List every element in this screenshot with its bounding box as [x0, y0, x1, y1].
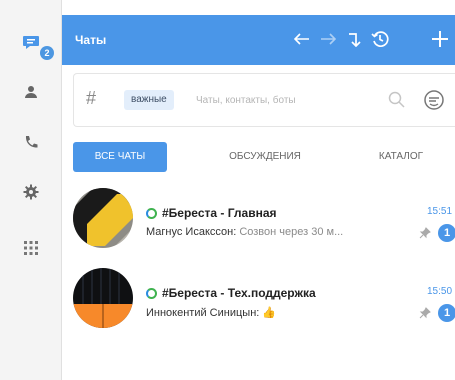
calls-icon [25, 136, 38, 148]
history-clock-icon [371, 31, 389, 47]
pin-icon [419, 307, 431, 319]
chats-header: Чаты [62, 15, 455, 65]
unread-badge: 1 [438, 304, 455, 322]
add-chat-button[interactable] [428, 27, 452, 51]
chat-last-message: Магнус Исакссон: Созвон через 30 м... [146, 226, 343, 238]
chat-avatar [73, 268, 133, 328]
unread-badge: 1 [438, 224, 455, 242]
rail-chats-button[interactable]: 2 [0, 22, 62, 62]
arrow-right-icon [321, 33, 336, 45]
rail-contacts-button[interactable] [0, 72, 62, 112]
chat-list-item[interactable]: #Береста - Главная Магнус Исакссон: Созв… [62, 184, 455, 254]
jump-button[interactable] [342, 27, 366, 51]
message-author: Иннокентий Синицын: [146, 307, 260, 319]
settings-icon [23, 184, 39, 200]
arrow-left-icon [294, 33, 309, 45]
important-filter-chip[interactable]: важные [124, 90, 174, 110]
chat-time: 15:51 [427, 206, 453, 217]
turn-down-arrow-icon [349, 33, 361, 47]
contacts-icon [25, 86, 37, 98]
message-author: Магнус Исакссон: [146, 226, 237, 238]
chat-avatar [73, 188, 133, 248]
forward-button[interactable] [316, 27, 340, 51]
chat-list-item[interactable]: #Береста - Тех.поддержка Иннокентий Сини… [62, 264, 455, 334]
nav-rail: 2 [0, 0, 62, 380]
hashtag-icon[interactable]: # [86, 88, 96, 109]
chat-name: #Береста - Главная [162, 206, 277, 220]
chat-type-icon [146, 208, 157, 219]
pin-icon [419, 227, 431, 239]
tab-catalog[interactable]: КАТАЛОГ [356, 142, 446, 172]
rail-settings-button[interactable] [0, 172, 62, 212]
message-text: 👍 [262, 307, 277, 319]
plus-icon [432, 31, 448, 47]
chats-unread-badge: 2 [40, 46, 54, 60]
chat-name: #Береста - Тех.поддержка [162, 286, 316, 300]
header-title: Чаты [75, 33, 107, 47]
chats-icon [23, 36, 39, 49]
rail-apps-button[interactable] [0, 228, 62, 268]
rail-calls-button[interactable] [0, 122, 62, 162]
search-input[interactable] [196, 90, 386, 110]
search-panel: # важные [73, 73, 455, 127]
chat-last-message: Иннокентий Синицын: 👍 [146, 306, 276, 319]
history-button[interactable] [368, 27, 392, 51]
apps-grid-icon [24, 241, 38, 255]
emoji-filter-icon[interactable] [422, 88, 446, 112]
search-icon[interactable] [387, 90, 407, 110]
chat-type-icon [146, 288, 157, 299]
chat-time: 15:50 [427, 286, 453, 297]
tab-all-chats[interactable]: ВСЕ ЧАТЫ [73, 142, 167, 172]
back-button[interactable] [290, 27, 314, 51]
tab-discussions[interactable]: ОБСУЖДЕНИЯ [200, 142, 330, 172]
message-text: Созвон через 30 м... [239, 226, 344, 238]
